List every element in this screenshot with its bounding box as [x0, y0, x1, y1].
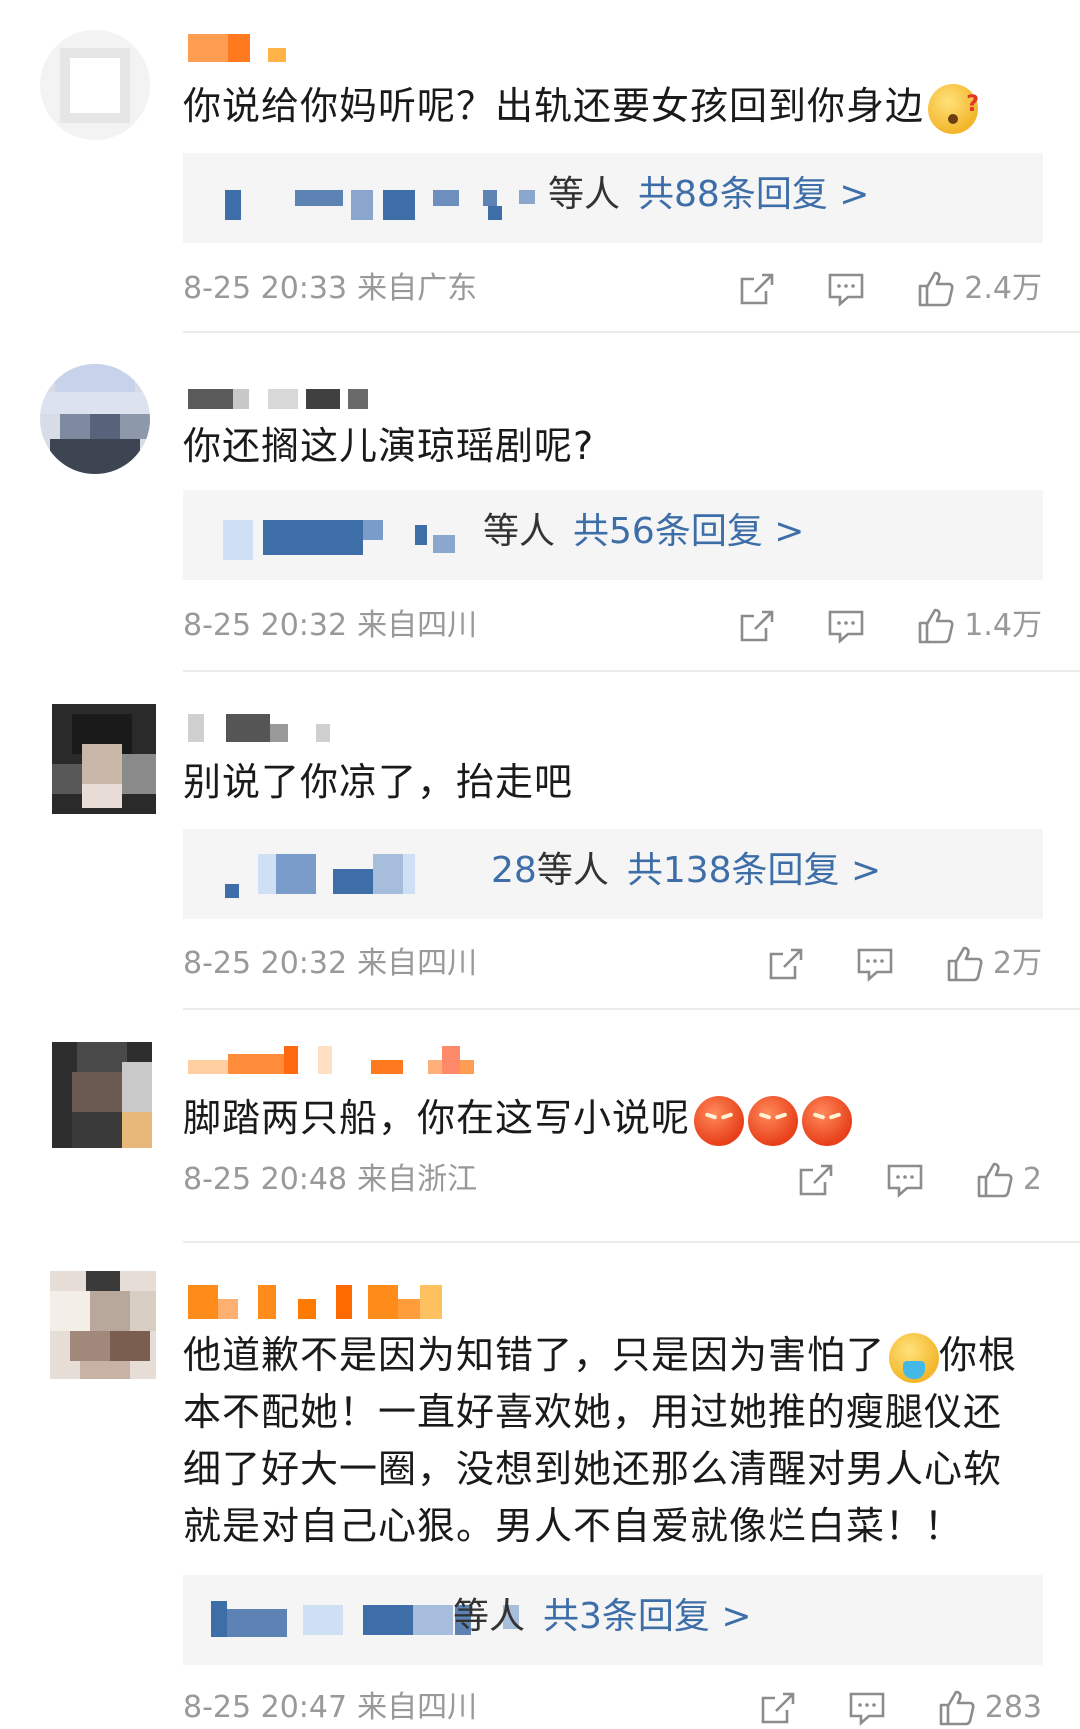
comment-meta: 8-25 20:47 来自四川 — [183, 1688, 477, 1728]
reply-preview[interactable]: 等人 共56条回复 > — [183, 490, 1043, 580]
share-icon[interactable] — [757, 1688, 797, 1728]
action-bar: 2 — [795, 1158, 1042, 1202]
timestamp: 8-25 20:32 — [183, 946, 348, 981]
share-icon[interactable] — [736, 606, 776, 646]
comment-3: 别说了你凉了，抬走吧 28等人 共138条回复 > 8-25 20:32 来自四川 … — [0, 672, 1080, 1008]
avatar[interactable] — [52, 1042, 152, 1148]
username-pixelated[interactable] — [188, 381, 383, 409]
comment-icon[interactable] — [826, 606, 866, 646]
username-pixelated[interactable] — [188, 34, 298, 62]
avatar[interactable] — [40, 30, 150, 140]
action-bar: 2万 — [765, 942, 1042, 986]
action-bar: 2.4万 — [736, 267, 1042, 311]
action-bar: 1.4万 — [736, 604, 1042, 648]
angry-face-emoji — [748, 1095, 799, 1146]
share-icon[interactable] — [765, 944, 805, 984]
like-icon[interactable] — [975, 1160, 1015, 1200]
avatar[interactable] — [40, 364, 150, 474]
reply-users-label: 等人 — [548, 174, 621, 215]
reply-users-label: 等人 — [483, 511, 556, 552]
like-icon[interactable] — [937, 1688, 977, 1728]
timestamp: 8-25 20:32 — [183, 608, 348, 643]
timestamp: 8-25 20:48 — [183, 1162, 348, 1197]
username-pixelated[interactable] — [188, 1285, 488, 1319]
timestamp: 8-25 20:47 — [183, 1690, 348, 1725]
location: 来自浙江 — [357, 1162, 478, 1197]
reply-users-label: 等人 — [536, 850, 609, 891]
comment-meta: 8-25 20:33 来自广东 — [183, 269, 477, 309]
comment-text: 他道歉不是因为知错了，只是因为害怕了 你根 本不配她！一直好喜欢她，用过她推的瘦腿… — [183, 1332, 1018, 1548]
reply-count-link[interactable]: 共138条回复 > — [627, 850, 881, 891]
action-bar: 283 — [757, 1686, 1042, 1729]
comment-icon[interactable] — [847, 1688, 887, 1728]
share-icon[interactable] — [736, 269, 776, 309]
location: 来自四川 — [357, 1690, 478, 1725]
location: 来自四川 — [357, 608, 478, 643]
like-count: 1.4万 — [964, 608, 1042, 643]
username-pixelated[interactable] — [188, 1046, 508, 1074]
comment-meta: 8-25 20:32 来自四川 — [183, 944, 477, 984]
reply-user-suffix: 28 — [491, 850, 537, 891]
like-icon[interactable] — [916, 269, 956, 309]
comment-icon[interactable] — [885, 1160, 925, 1200]
reply-count-link[interactable]: 共56条回复 > — [573, 511, 804, 552]
comment-text: 脚踏两只船，你在这写小说呢 — [183, 1090, 1040, 1147]
comment-meta: 8-25 20:32 来自四川 — [183, 606, 477, 646]
username-pixelated[interactable] — [188, 714, 330, 742]
like-count: 2 — [1022, 1162, 1042, 1197]
comment-1: 你说给你妈听呢？出轨还要女孩回到你身边 等人共88条回复 > 8-25 20:3… — [0, 0, 1080, 330]
location: 来自广东 — [357, 271, 478, 306]
comment-text: 你还搁这儿演琼瑶剧呢? — [183, 424, 595, 468]
comment-meta: 8-25 20:48 来自浙江 — [183, 1160, 477, 1200]
comment-icon[interactable] — [855, 944, 895, 984]
comment-text: 你说给你妈听呢？出轨还要女孩回到你身边 — [183, 76, 1040, 135]
like-icon[interactable] — [945, 944, 985, 984]
comment-icon[interactable] — [826, 269, 866, 309]
reply-preview[interactable]: 28等人 共138条回复 > — [183, 829, 1043, 919]
reply-preview[interactable]: 等人 共3条回复 > — [183, 1575, 1043, 1665]
comment-2: 你还搁这儿演琼瑶剧呢? 等人 共56条回复 > 8-25 20:32 来自四川 1.… — [0, 332, 1080, 670]
avatar[interactable] — [50, 1271, 156, 1379]
angry-face-emoji — [802, 1095, 853, 1146]
avatar[interactable] — [52, 704, 156, 814]
vomiting-face-emoji — [889, 1332, 940, 1383]
angry-face-emoji — [694, 1095, 745, 1146]
location: 来自四川 — [357, 946, 478, 981]
like-count: 2.4万 — [964, 271, 1042, 306]
like-count: 2万 — [992, 946, 1042, 981]
comment-5: 他道歉不是因为知错了，只是因为害怕了 你根 本不配她！一直好喜欢她，用过她推的瘦腿… — [0, 1243, 1080, 1729]
confused-face-emoji — [928, 76, 980, 134]
like-icon[interactable] — [916, 606, 956, 646]
like-count: 283 — [984, 1690, 1042, 1725]
comment-text: 别说了你凉了，抬走吧 — [183, 760, 574, 804]
timestamp: 8-25 20:33 — [183, 271, 348, 306]
reply-users-label: 等人 — [453, 1596, 526, 1637]
reply-count-link[interactable]: 共3条回复 > — [543, 1596, 752, 1637]
comment-4: 脚踏两只船，你在这写小说呢 8-25 20:48 来自浙江 2 — [0, 1010, 1080, 1240]
reply-preview[interactable]: 等人 共88条回复 > — [183, 153, 1043, 243]
share-icon[interactable] — [795, 1160, 835, 1200]
reply-count-link[interactable]: 共88条回复 > — [638, 174, 869, 215]
